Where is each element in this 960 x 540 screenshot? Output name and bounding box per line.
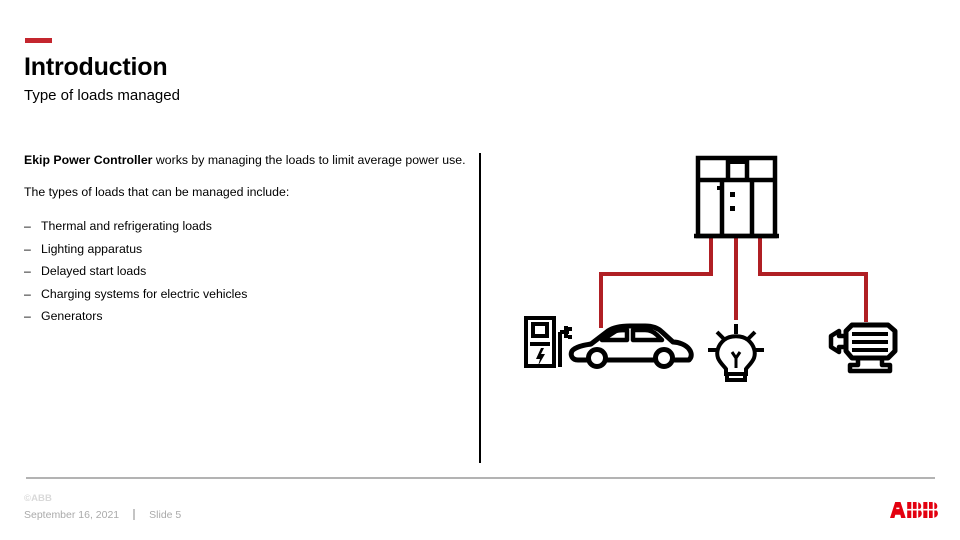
- intro-paragraph-lead: Ekip Power Controller: [24, 153, 153, 167]
- list-intro-paragraph: The types of loads that can be managed i…: [24, 185, 290, 199]
- car-icon: [568, 323, 694, 369]
- connection-lines: [599, 234, 868, 328]
- load-types-list: – Thermal and refrigerating loads – Lighti…: [24, 218, 469, 324]
- bulb-filament: [730, 351, 742, 368]
- page-title: Introduction: [24, 53, 168, 81]
- bullet-dash: –: [24, 286, 31, 301]
- footer-slide-number: Slide 5: [149, 509, 182, 521]
- list-item: – Thermal and refrigerating loads: [24, 218, 469, 234]
- bullet-dash: –: [24, 309, 31, 323]
- list-item: – Lighting apparatus: [24, 241, 469, 257]
- list-item: – Delayed start loads: [24, 263, 469, 279]
- list-item-label: Generators: [41, 309, 103, 323]
- switchgear-cabinet-icon: [694, 155, 779, 239]
- connection-line-left: [599, 234, 713, 328]
- bullet-dash: –: [24, 241, 31, 256]
- list-item: – Charging systems for electric vehicles: [24, 286, 469, 302]
- list-item-label: Lighting apparatus: [41, 241, 143, 256]
- bulb-ray-upleft: [715, 330, 726, 341]
- load-management-diagram: [490, 148, 940, 388]
- title-accent-bar: [25, 38, 52, 43]
- lightning-bolt-glyph: [536, 348, 545, 366]
- bullet-dash: –: [24, 219, 31, 233]
- footer-divider: [26, 477, 935, 479]
- footer-meta: September 16, 2021 Slide 5: [24, 509, 181, 521]
- page-subtitle: Type of loads managed: [24, 87, 180, 104]
- list-item: – Generators: [24, 308, 469, 324]
- body-copy: Ekip Power Controller works by managing …: [24, 152, 469, 331]
- bulb-glass: [715, 334, 757, 376]
- footer-date: September 16, 2021: [24, 509, 120, 521]
- intro-paragraph: Ekip Power Controller works by managing …: [24, 152, 469, 168]
- ev-charging-station-icon: [524, 316, 572, 368]
- abb-logo: [890, 502, 938, 518]
- connection-line-right: [758, 234, 868, 322]
- list-item-label: Delayed start loads: [41, 264, 147, 278]
- bullet-dash: –: [24, 264, 31, 278]
- electric-motor-icon: [828, 322, 898, 374]
- intro-paragraph-rest: works by managing the loads to limit ave…: [152, 153, 466, 167]
- footer-copyright: ©ABB: [24, 493, 52, 504]
- lightbulb-icon: [708, 324, 764, 382]
- column-divider: [479, 153, 481, 463]
- list-item-label: Thermal and refrigerating loads: [41, 219, 212, 233]
- footer-separator: [133, 509, 136, 520]
- abb-logo-mark: [890, 502, 938, 518]
- bulb-ray-upright: [746, 330, 757, 341]
- list-item-label: Charging systems for electric vehicles: [41, 286, 248, 301]
